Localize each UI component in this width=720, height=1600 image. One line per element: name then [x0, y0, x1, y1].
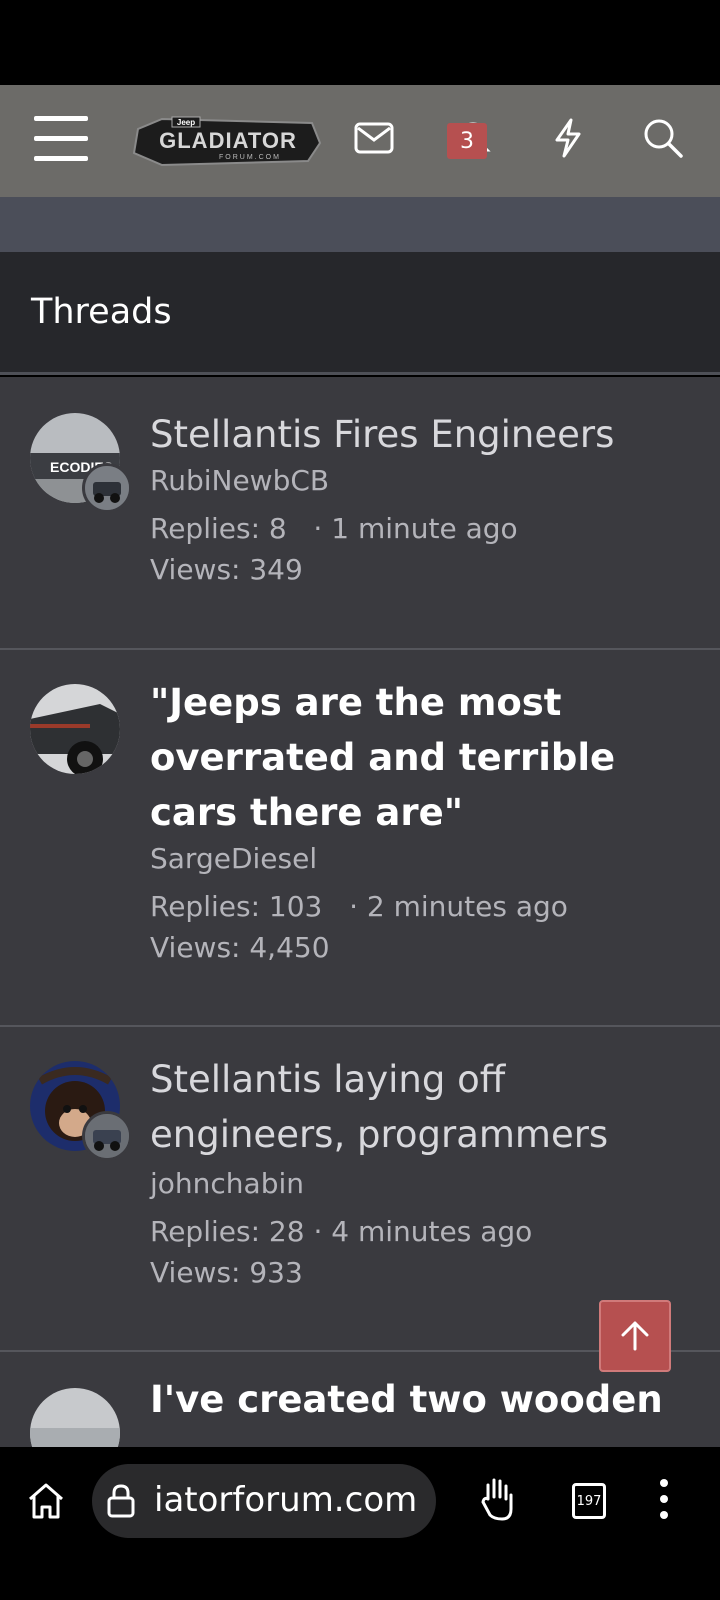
view-count: Views: 4,450: [150, 931, 330, 964]
sub-navigation-strip: [0, 197, 720, 252]
thread-title[interactable]: "Jeeps are the most overrated and terrib…: [150, 675, 710, 840]
user-mini-avatar: [82, 1111, 132, 1161]
bolt-icon[interactable]: [545, 115, 591, 161]
thread-meta: Replies: 28 · 4 minutes ago: [150, 1215, 532, 1248]
thread-author[interactable]: RubiNewbCB: [150, 464, 329, 497]
scroll-to-top-button[interactable]: [599, 1300, 671, 1372]
threads-section-header: Threads: [0, 252, 720, 375]
tab-count[interactable]: 197: [572, 1483, 606, 1519]
menu-icon[interactable]: [34, 116, 88, 162]
thread-list: ECODIES Stellantis Fires Engineers RubiN…: [0, 377, 720, 1447]
thread-author[interactable]: SargeDiesel: [150, 842, 317, 875]
logo-badge-text: Jeep: [177, 118, 195, 127]
search-icon[interactable]: [640, 115, 686, 161]
section-title: Threads: [31, 292, 172, 332]
top-navigation: Jeep GLADIATOR FORUM.COM 3: [0, 85, 720, 197]
site-logo[interactable]: Jeep GLADIATOR FORUM.COM: [132, 113, 324, 169]
thread-meta: Replies: 8 · 1 minute ago: [150, 512, 518, 545]
reply-count: Replies: 103: [150, 890, 323, 923]
logo-subtext: FORUM.COM: [219, 154, 281, 161]
logo-text: GLADIATOR: [159, 128, 297, 153]
avatar[interactable]: ECODIES: [30, 413, 132, 513]
thread-author[interactable]: johnchabin: [150, 1167, 304, 1200]
more-options-icon[interactable]: [658, 1477, 670, 1521]
thread-title[interactable]: Stellantis Fires Engineers: [150, 407, 710, 462]
thread-meta: Replies: 103 · 2 minutes ago: [150, 890, 568, 923]
thread-item[interactable]: ECODIES Stellantis Fires Engineers RubiN…: [0, 377, 720, 650]
lock-icon: [107, 1484, 135, 1518]
address-bar[interactable]: iatorforum.com: [92, 1464, 436, 1538]
thread-title[interactable]: Stellantis laying off engineers, program…: [150, 1052, 710, 1162]
view-count: Views: 349: [150, 553, 303, 586]
last-post-time[interactable]: · 4 minutes ago: [313, 1215, 532, 1248]
reply-count: Replies: 8: [150, 512, 287, 545]
alerts-badge[interactable]: 3: [447, 123, 487, 159]
user-mini-avatar: [82, 463, 132, 513]
home-icon[interactable]: [26, 1481, 66, 1521]
last-post-time[interactable]: · 1 minute ago: [313, 512, 517, 545]
avatar[interactable]: [30, 1388, 122, 1447]
thread-item[interactable]: "Jeeps are the most overrated and terrib…: [0, 650, 720, 1027]
avatar[interactable]: [30, 1061, 132, 1161]
status-bar: [0, 0, 720, 85]
url-text[interactable]: iatorforum.com: [154, 1480, 417, 1520]
envelope-icon[interactable]: [351, 115, 397, 161]
hand-icon[interactable]: [478, 1475, 518, 1521]
reply-count: Replies: 28: [150, 1215, 305, 1248]
avatar[interactable]: [30, 684, 122, 776]
view-count: Views: 933: [150, 1256, 303, 1289]
arrow-up-icon: [621, 1321, 649, 1351]
last-post-time[interactable]: · 2 minutes ago: [349, 890, 568, 923]
browser-bottom-bar: iatorforum.com 197: [0, 1447, 720, 1600]
thread-title[interactable]: I've created two wooden: [150, 1372, 710, 1427]
